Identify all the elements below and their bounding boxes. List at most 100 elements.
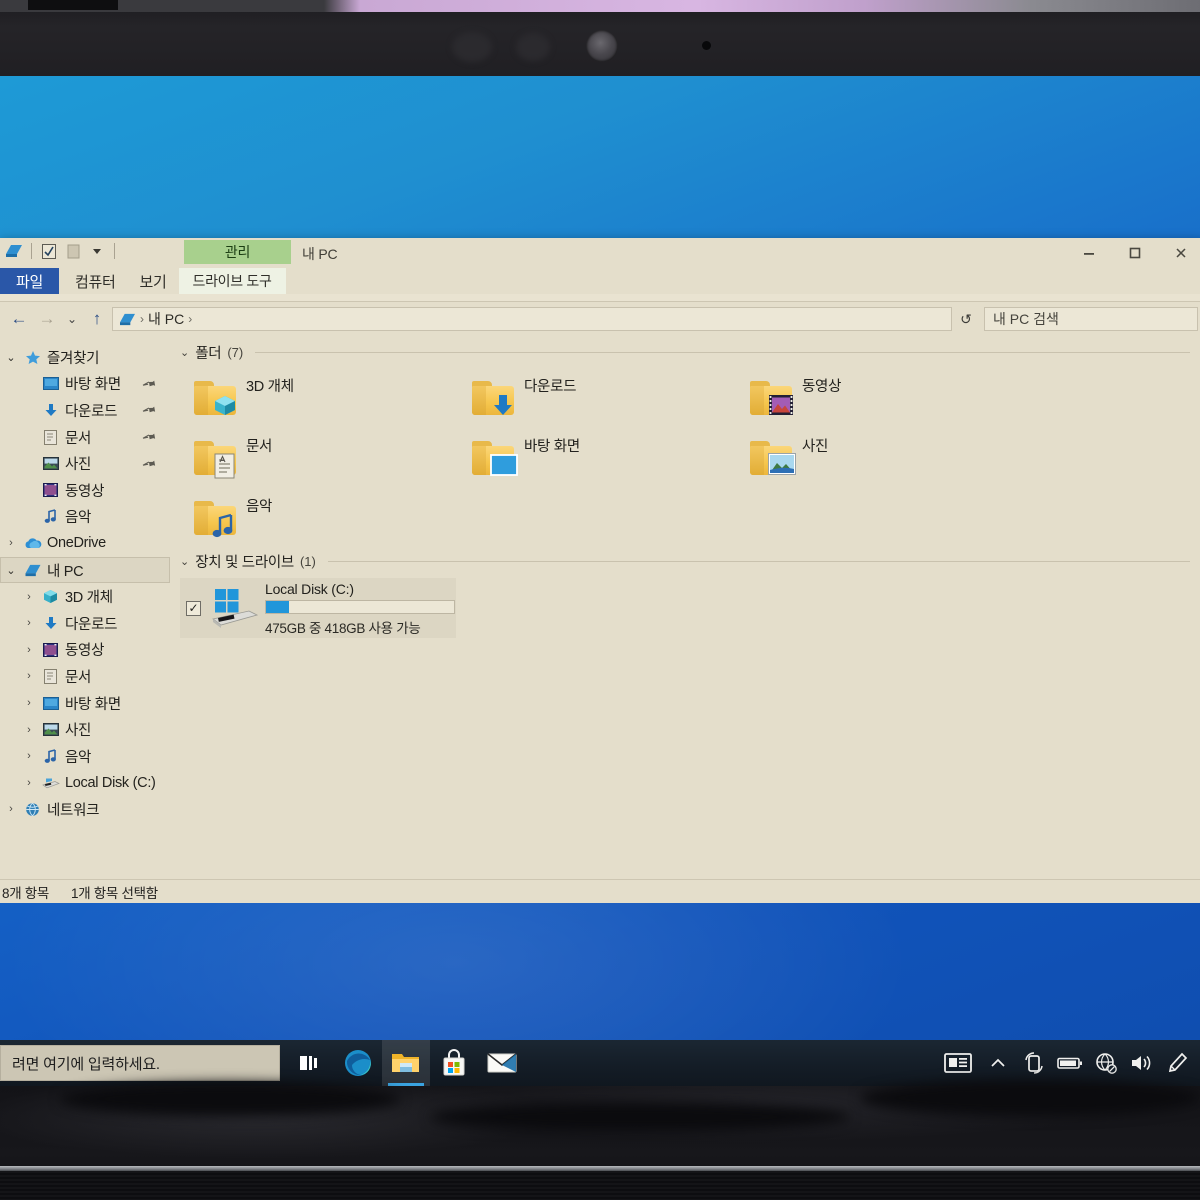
window-controls[interactable]	[1066, 238, 1200, 268]
sidebar-item-10[interactable]: › 다운로드	[0, 610, 170, 637]
sidebar-item-16[interactable]: › Local Disk (C:)	[0, 770, 170, 797]
properties-icon[interactable]	[39, 241, 59, 261]
volume-icon[interactable]	[1124, 1040, 1160, 1086]
pen-menu-icon[interactable]	[1160, 1040, 1196, 1086]
up-button[interactable]: ↑	[84, 306, 110, 332]
drive-checkbox[interactable]: ✓	[186, 600, 201, 616]
folder-tile-label: 다운로드	[524, 379, 577, 395]
microsoft-store-icon[interactable]	[430, 1040, 478, 1086]
chevron-right-icon[interactable]: ›	[22, 750, 36, 762]
sidebar-item-0[interactable]: ⌄ 즐겨찾기	[0, 344, 170, 371]
maximize-button[interactable]	[1112, 238, 1158, 268]
refresh-button[interactable]: ↺	[954, 311, 978, 328]
sidebar-item-13[interactable]: › 바탕 화면	[0, 690, 170, 717]
sidebar-item-6[interactable]: 음악	[0, 504, 170, 531]
mail-icon[interactable]	[478, 1040, 526, 1086]
folder-tile[interactable]: 다운로드	[472, 367, 750, 427]
sidebar-item-17[interactable]: › 네트워크	[0, 796, 170, 823]
folder-tile[interactable]: 바탕 화면	[472, 427, 750, 487]
chevron-down-icon[interactable]: ⌄	[4, 351, 18, 364]
sidebar-item-12[interactable]: › 문서	[0, 663, 170, 690]
folder-icon	[472, 439, 518, 476]
chevron-right-icon[interactable]: ›	[22, 591, 36, 603]
drive-item-local-disk-c[interactable]: ✓ Local Disk (C:) 475GB 중 418GB 사용 가능	[180, 578, 456, 638]
sidebar-item-11[interactable]: › 동영상	[0, 637, 170, 664]
close-button[interactable]	[1158, 238, 1200, 268]
chevron-down-icon[interactable]: ⌄	[180, 555, 189, 568]
sidebar-item-7[interactable]: › OneDrive	[0, 530, 170, 557]
pin-icon[interactable]	[142, 402, 159, 419]
tab-view[interactable]: 보기	[128, 268, 179, 294]
tab-drive-tools[interactable]: 드라이브 도구	[178, 268, 286, 294]
indicator-led-icon	[702, 41, 711, 50]
chevron-right-icon[interactable]: ›	[4, 803, 18, 815]
chevron-down-icon[interactable]: ⌄	[4, 564, 18, 577]
news-and-interests-icon[interactable]	[936, 1040, 980, 1086]
sidebar-item-15[interactable]: › 음악	[0, 743, 170, 770]
tab-file[interactable]: 파일	[0, 268, 60, 294]
documents-icon	[41, 668, 60, 685]
chevron-right-icon[interactable]: ›	[4, 537, 18, 549]
sidebar-item-5[interactable]: 동영상	[0, 477, 170, 504]
minimize-button[interactable]	[1066, 238, 1112, 268]
task-view-icon[interactable]	[286, 1040, 334, 1086]
back-button[interactable]: ←	[6, 306, 32, 332]
window-titlebar: 관리 내 PC	[0, 238, 1200, 268]
folder-tile[interactable]: 문서	[194, 427, 472, 487]
pin-icon[interactable]	[142, 455, 159, 472]
drives-group-header[interactable]: ⌄ 장치 및 드라이브 (1)	[170, 551, 1200, 572]
new-folder-icon[interactable]	[63, 241, 83, 261]
sidebar-item-4[interactable]: 사진	[0, 450, 170, 477]
taskbar-search-box[interactable]: 려면 여기에 입력하세요.	[0, 1045, 280, 1081]
ribbon-tabstrip[interactable]: 파일 컴퓨터 보기 드라이브 도구	[0, 268, 1200, 294]
chevron-right-icon[interactable]: ›	[22, 617, 36, 629]
folder-icon	[750, 379, 793, 415]
file-explorer-icon[interactable]	[382, 1040, 430, 1086]
edge-icon[interactable]	[334, 1040, 382, 1086]
pin-icon[interactable]	[142, 429, 159, 446]
folder-tile-grid[interactable]: 3D 개체 다운로드 동영상문서 바탕 화면 사진음악	[170, 367, 1200, 547]
forward-button[interactable]: →	[34, 306, 60, 332]
sidebar-item-8[interactable]: ⌄ 내 PC	[0, 556, 170, 584]
pictures-icon	[41, 721, 60, 738]
sidebar-item-14[interactable]: › 사진	[0, 716, 170, 743]
customize-chevron-icon[interactable]	[87, 241, 107, 261]
navigation-pane[interactable]: ⌄ 즐겨찾기 바탕 화면 다운로드 문서 사진 동영상 음악 › OneDrive ⌄ 내 PC › 3D…	[0, 336, 170, 879]
folder-tile[interactable]: 동영상	[750, 367, 1028, 427]
system-tray[interactable]	[936, 1040, 1200, 1086]
chevron-right-icon[interactable]: ›	[22, 777, 36, 789]
sidebar-item-9[interactable]: › 3D 개체	[0, 583, 170, 610]
chevron-right-icon[interactable]: ›	[22, 644, 36, 656]
recent-locations-chevron-down-icon[interactable]: ⌄	[62, 306, 82, 332]
show-hidden-icons-chevron-up-icon[interactable]	[980, 1040, 1016, 1086]
sidebar-item-1[interactable]: 바탕 화면	[0, 371, 170, 398]
drive-info: Local Disk (C:) 475GB 중 418GB 사용 가능	[265, 579, 455, 637]
folder-tile[interactable]: 3D 개체	[194, 367, 472, 427]
file-explorer-window: 관리 내 PC 파일 컴퓨터 보기 드라이브 도구 ← → ⌄ ↑ › 내 PC…	[0, 238, 1200, 903]
chevron-right-icon[interactable]: ›	[22, 724, 36, 736]
quick-access-toolbar[interactable]	[4, 241, 118, 261]
explorer-icon[interactable]	[4, 241, 24, 261]
chevron-right-icon[interactable]: ›	[22, 670, 36, 682]
breadcrumb-item-this-pc[interactable]: 내 PC	[148, 309, 184, 329]
contextual-tab-header[interactable]: 관리	[184, 240, 291, 264]
folder-tile[interactable]: 음악	[194, 487, 472, 547]
network-disconnected-icon[interactable]	[1088, 1040, 1124, 1086]
sidebar-item-3[interactable]: 문서	[0, 424, 170, 451]
drive-usage-fill	[266, 601, 289, 613]
chevron-down-icon[interactable]: ⌄	[180, 346, 189, 359]
pin-icon[interactable]	[142, 376, 159, 393]
folder-tile[interactable]: 사진	[750, 427, 1028, 487]
breadcrumb[interactable]: › 내 PC ›	[112, 307, 952, 331]
photo-overlay	[768, 453, 796, 477]
content-pane[interactable]: ⌄ 폴더 (7) 3D 개체 다운로드 동영상문서 바탕 화면 사진음악 ⌄ 장치 및 …	[170, 336, 1200, 879]
search-input[interactable]: 내 PC 검색	[984, 307, 1198, 331]
chevron-right-icon[interactable]: ›	[22, 697, 36, 709]
folders-group-header[interactable]: ⌄ 폴더 (7)	[170, 342, 1200, 363]
drive-list[interactable]: ✓ Local Disk (C:) 475GB 중 418GB 사용 가능	[170, 578, 1200, 638]
tab-computer[interactable]: 컴퓨터	[63, 268, 128, 294]
sidebar-item-2[interactable]: 다운로드	[0, 397, 170, 424]
sidebar-item-label: 다운로드	[65, 616, 118, 633]
battery-icon[interactable]	[1052, 1040, 1088, 1086]
breadcrumb-separator[interactable]: ›	[188, 312, 192, 326]
